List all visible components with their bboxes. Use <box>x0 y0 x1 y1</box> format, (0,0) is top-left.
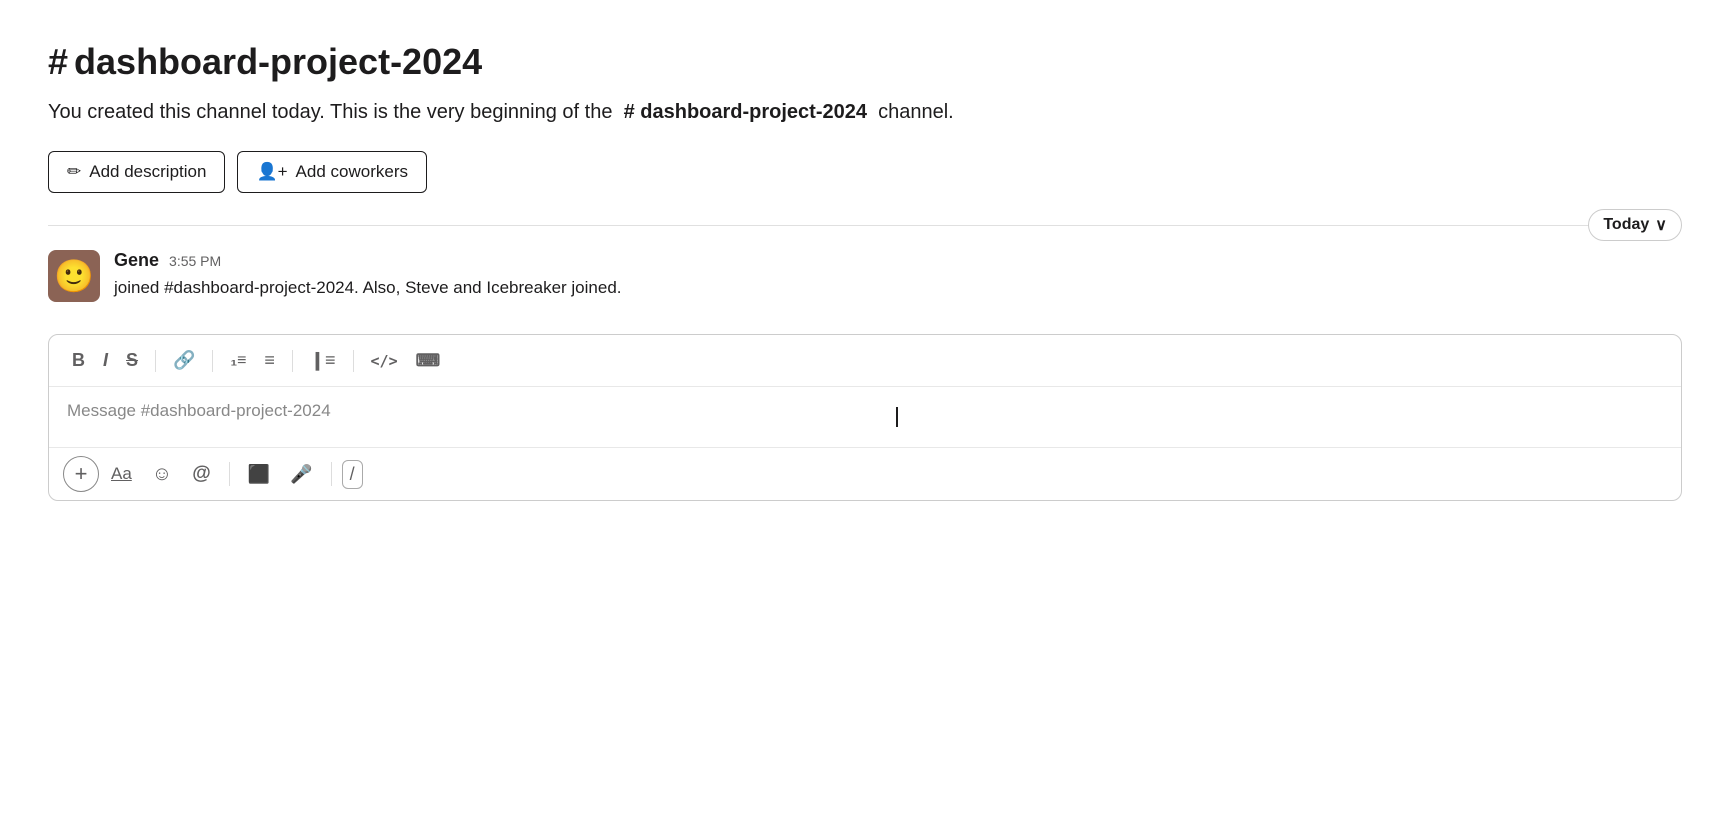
action-buttons: ✏ Add description 👤+ Add coworkers <box>48 151 1682 193</box>
link-button[interactable]: 🔗 <box>166 345 202 376</box>
composer: B I S 🔗 ₁≡ ≡ ❙≡ </> ⌨ Message #dashboard… <box>48 334 1682 501</box>
toolbar-divider-1 <box>155 350 156 372</box>
text-cursor <box>896 407 898 427</box>
video-button[interactable]: ⬛ <box>240 458 278 491</box>
message-time: 3:55 PM <box>169 253 221 269</box>
bottom-divider-2 <box>331 462 332 486</box>
today-divider: Today ∨ <box>48 225 1682 226</box>
description-suffix: channel. <box>878 101 954 123</box>
message-content: Gene 3:55 PM joined #dashboard-project-2… <box>114 250 1682 301</box>
mention-button[interactable]: @ <box>184 457 219 491</box>
add-description-button[interactable]: ✏ Add description <box>48 151 225 193</box>
add-coworkers-label: Add coworkers <box>296 162 408 182</box>
block-quote-button[interactable]: ❙≡ <box>303 345 343 376</box>
add-description-label: Add description <box>89 162 206 182</box>
italic-button[interactable]: I <box>96 345 115 376</box>
main-content: # dashboard-project-2024 You created thi… <box>0 0 1730 501</box>
description-channel-name: # dashboard-project-2024 <box>624 101 867 123</box>
emoji-button[interactable]: ☺ <box>144 457 180 492</box>
message-header: Gene 3:55 PM <box>114 250 1682 271</box>
composer-placeholder: Message #dashboard-project-2024 <box>67 401 331 420</box>
toolbar-divider-2 <box>212 350 213 372</box>
mic-button[interactable]: 🎤 <box>282 458 320 491</box>
strikethrough-button[interactable]: S <box>119 345 145 376</box>
channel-description: You created this channel today. This is … <box>48 97 1682 127</box>
bold-button[interactable]: B <box>65 345 92 376</box>
message-section: 🙂 Gene 3:55 PM joined #dashboard-project… <box>48 250 1682 302</box>
bottom-divider-1 <box>229 462 230 486</box>
avatar-emoji: 🙂 <box>54 260 94 292</box>
code-button[interactable]: </> <box>364 347 405 375</box>
slash-command-button[interactable]: / <box>342 460 363 489</box>
message-author: Gene <box>114 250 159 271</box>
toolbar-divider-3 <box>292 350 293 372</box>
unordered-list-button[interactable]: ≡ <box>257 345 282 376</box>
attach-button[interactable]: + <box>63 456 99 492</box>
code-block-button[interactable]: ⌨ <box>409 346 448 376</box>
avatar: 🙂 <box>48 250 100 302</box>
add-coworkers-button[interactable]: 👤+ Add coworkers <box>237 151 427 193</box>
message-body: joined #dashboard-project-2024. Also, St… <box>114 275 1682 301</box>
channel-title: # dashboard-project-2024 <box>48 40 1682 83</box>
pencil-icon: ✏ <box>67 162 81 182</box>
person-add-icon: 👤+ <box>256 162 287 182</box>
toolbar-divider-4 <box>353 350 354 372</box>
channel-name: dashboard-project-2024 <box>74 40 482 83</box>
composer-input[interactable]: Message #dashboard-project-2024 <box>49 387 1681 447</box>
composer-toolbar: B I S 🔗 ₁≡ ≡ ❙≡ </> ⌨ <box>49 335 1681 387</box>
today-badge[interactable]: Today ∨ <box>1588 209 1682 241</box>
description-prefix: You created this channel today. This is … <box>48 101 612 123</box>
font-format-button[interactable]: Aa <box>103 458 140 490</box>
ordered-list-button[interactable]: ₁≡ <box>223 347 253 375</box>
chevron-down-icon: ∨ <box>1655 215 1667 235</box>
today-label: Today <box>1603 216 1649 234</box>
hash-icon: # <box>48 40 68 83</box>
channel-header: # dashboard-project-2024 You created thi… <box>48 40 1682 193</box>
composer-bottom-toolbar: + Aa ☺ @ ⬛ 🎤 / <box>49 447 1681 500</box>
